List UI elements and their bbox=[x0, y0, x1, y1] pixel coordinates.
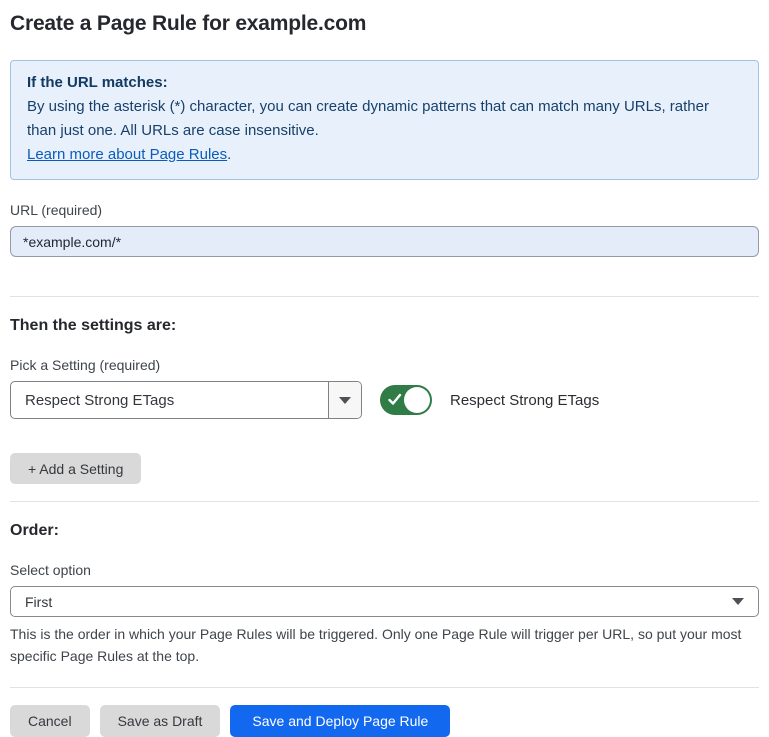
toggle-knob bbox=[404, 387, 430, 413]
link-period: . bbox=[227, 146, 231, 163]
pick-setting-label: Pick a Setting (required) bbox=[10, 357, 759, 373]
page-title: Create a Page Rule for example.com bbox=[10, 12, 759, 36]
cancel-button[interactable]: Cancel bbox=[10, 705, 90, 737]
footer-actions: Cancel Save as Draft Save and Deploy Pag… bbox=[10, 705, 759, 737]
chevron-down-icon bbox=[339, 397, 351, 404]
save-deploy-button[interactable]: Save and Deploy Page Rule bbox=[230, 705, 450, 737]
info-box-heading: If the URL matches: bbox=[27, 71, 742, 95]
learn-more-link[interactable]: Learn more about Page Rules bbox=[27, 146, 227, 163]
chevron-down-icon bbox=[732, 598, 744, 605]
footer-divider bbox=[10, 687, 759, 688]
info-box-body: By using the asterisk (*) character, you… bbox=[27, 95, 742, 143]
setting-select-arrow-button[interactable] bbox=[328, 382, 361, 418]
order-help-text: This is the order in which your Page Rul… bbox=[10, 623, 750, 667]
url-match-info-box: If the URL matches: By using the asteris… bbox=[10, 60, 759, 180]
settings-section-heading: Then the settings are: bbox=[10, 317, 759, 335]
setting-row: Respect Strong ETags Respect Strong ETag… bbox=[10, 381, 759, 419]
order-section-heading: Order: bbox=[10, 522, 759, 540]
setting-select[interactable]: Respect Strong ETags bbox=[10, 381, 362, 419]
check-icon bbox=[388, 393, 402, 406]
url-input[interactable] bbox=[10, 226, 759, 257]
toggle-label: Respect Strong ETags bbox=[450, 392, 599, 409]
section-divider bbox=[10, 501, 759, 502]
order-select-value: First bbox=[25, 594, 732, 610]
order-select[interactable]: First bbox=[10, 586, 759, 617]
setting-select-value: Respect Strong ETags bbox=[11, 382, 328, 418]
save-draft-button[interactable]: Save as Draft bbox=[100, 705, 221, 737]
create-page-rule-form: Create a Page Rule for example.com If th… bbox=[0, 0, 769, 737]
section-divider bbox=[10, 296, 759, 297]
url-field-label: URL (required) bbox=[10, 202, 759, 218]
etags-toggle[interactable] bbox=[380, 385, 432, 415]
order-select-label: Select option bbox=[10, 562, 759, 578]
add-setting-button[interactable]: + Add a Setting bbox=[10, 453, 141, 484]
info-box-link-line: Learn more about Page Rules. bbox=[27, 143, 742, 167]
